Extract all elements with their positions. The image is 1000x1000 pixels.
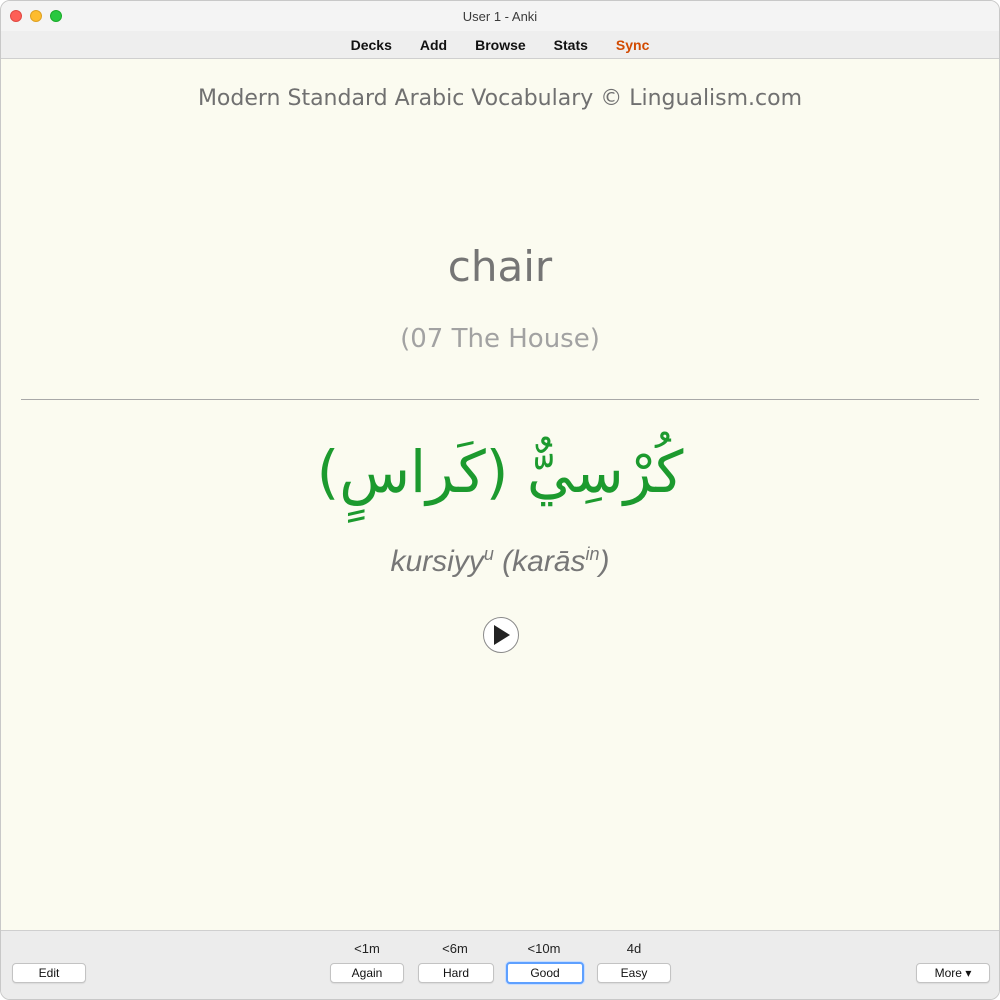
menu-add[interactable]: Add <box>406 37 461 53</box>
card-view: Modern Standard Arabic Vocabulary © Ling… <box>1 60 999 930</box>
answer-bar: Edit <1m Again <6m Hard <10m Good 4d Eas… <box>1 930 999 999</box>
menu-browse[interactable]: Browse <box>461 37 540 53</box>
menu-stats[interactable]: Stats <box>540 37 602 53</box>
arabic-word: كُرْسِيٌّ (كَراسٍ) <box>316 438 684 506</box>
top-menu-bar: Decks Add Browse Stats Sync <box>1 31 999 59</box>
window-controls <box>10 10 62 22</box>
front-word: chair <box>447 242 553 291</box>
minimize-window-button[interactable] <box>30 10 42 22</box>
play-audio-button[interactable] <box>483 617 519 653</box>
menu-sync[interactable]: Sync <box>602 37 663 53</box>
good-button[interactable]: Good <box>506 962 584 984</box>
card-category: (07 The House) <box>400 324 600 354</box>
translit-plural: karās <box>512 545 586 578</box>
easy-interval: 4d <box>626 941 642 956</box>
close-window-button[interactable] <box>10 10 22 22</box>
menu-decks[interactable]: Decks <box>337 37 406 53</box>
again-interval: <1m <box>354 941 380 956</box>
again-button[interactable]: Again <box>330 963 404 983</box>
translit-plural-case: in <box>585 544 600 564</box>
zoom-window-button[interactable] <box>50 10 62 22</box>
play-icon <box>494 625 510 645</box>
deck-title: Modern Standard Arabic Vocabulary © Ling… <box>197 86 803 111</box>
transliteration: kursiyyu (karāsin) <box>390 544 610 578</box>
title-bar: User 1 - Anki <box>1 1 999 31</box>
easy-button[interactable]: Easy <box>597 963 671 983</box>
translit-singular: kursiyy <box>390 545 484 578</box>
edit-button[interactable]: Edit <box>12 963 86 983</box>
anki-window: User 1 - Anki Decks Add Browse Stats Syn… <box>0 0 1000 1000</box>
hard-button[interactable]: Hard <box>418 963 494 983</box>
window-title: User 1 - Anki <box>462 8 538 24</box>
good-interval: <10m <box>527 941 561 956</box>
more-button[interactable]: More ▾ <box>916 963 990 983</box>
answer-divider <box>21 399 979 400</box>
hard-interval: <6m <box>442 941 468 956</box>
translit-singular-case: u <box>483 544 494 564</box>
